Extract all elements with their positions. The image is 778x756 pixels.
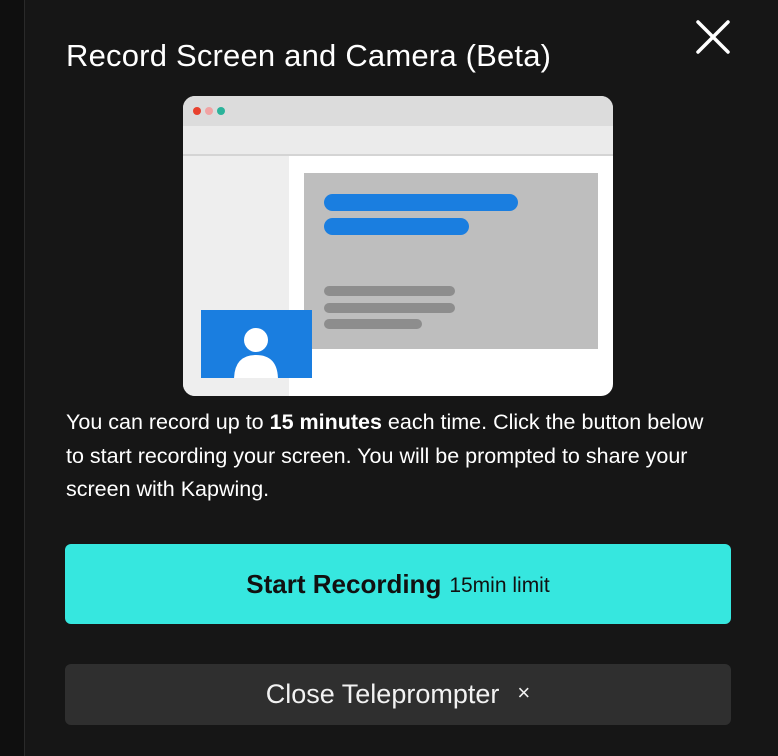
content-text-line: [324, 319, 422, 329]
content-text-line: [324, 286, 455, 296]
green-dot-icon: [217, 107, 225, 115]
time-limit-highlight: 15 minutes: [269, 410, 382, 434]
pink-dot-icon: [205, 107, 213, 115]
close-x-icon[interactable]: [694, 18, 732, 56]
close-teleprompter-button[interactable]: Close Teleprompter ×: [65, 664, 731, 725]
browser-titlebar: [183, 96, 613, 126]
left-edge-divider: [0, 0, 25, 756]
camera-overlay: [201, 310, 312, 378]
screen-recording-illustration: [183, 96, 613, 396]
time-limit-sublabel: 15min limit: [449, 574, 550, 597]
dialog-title: Record Screen and Camera (Beta): [66, 38, 552, 73]
content-heading-bar: [324, 194, 518, 211]
start-recording-label: Start Recording: [246, 568, 442, 599]
content-subheading-bar: [324, 218, 469, 235]
person-icon: [234, 328, 278, 378]
red-dot-icon: [193, 107, 201, 115]
start-recording-button[interactable]: Start Recording 15min limit: [65, 544, 731, 624]
close-teleprompter-label: Close Teleprompter: [265, 679, 500, 709]
browser-toolbar: [183, 126, 613, 156]
recording-description: You can record up to 15 minutes each tim…: [66, 410, 704, 501]
content-text-line: [324, 303, 455, 313]
close-icon: ×: [517, 679, 531, 705]
browser-content-area: [304, 173, 598, 349]
